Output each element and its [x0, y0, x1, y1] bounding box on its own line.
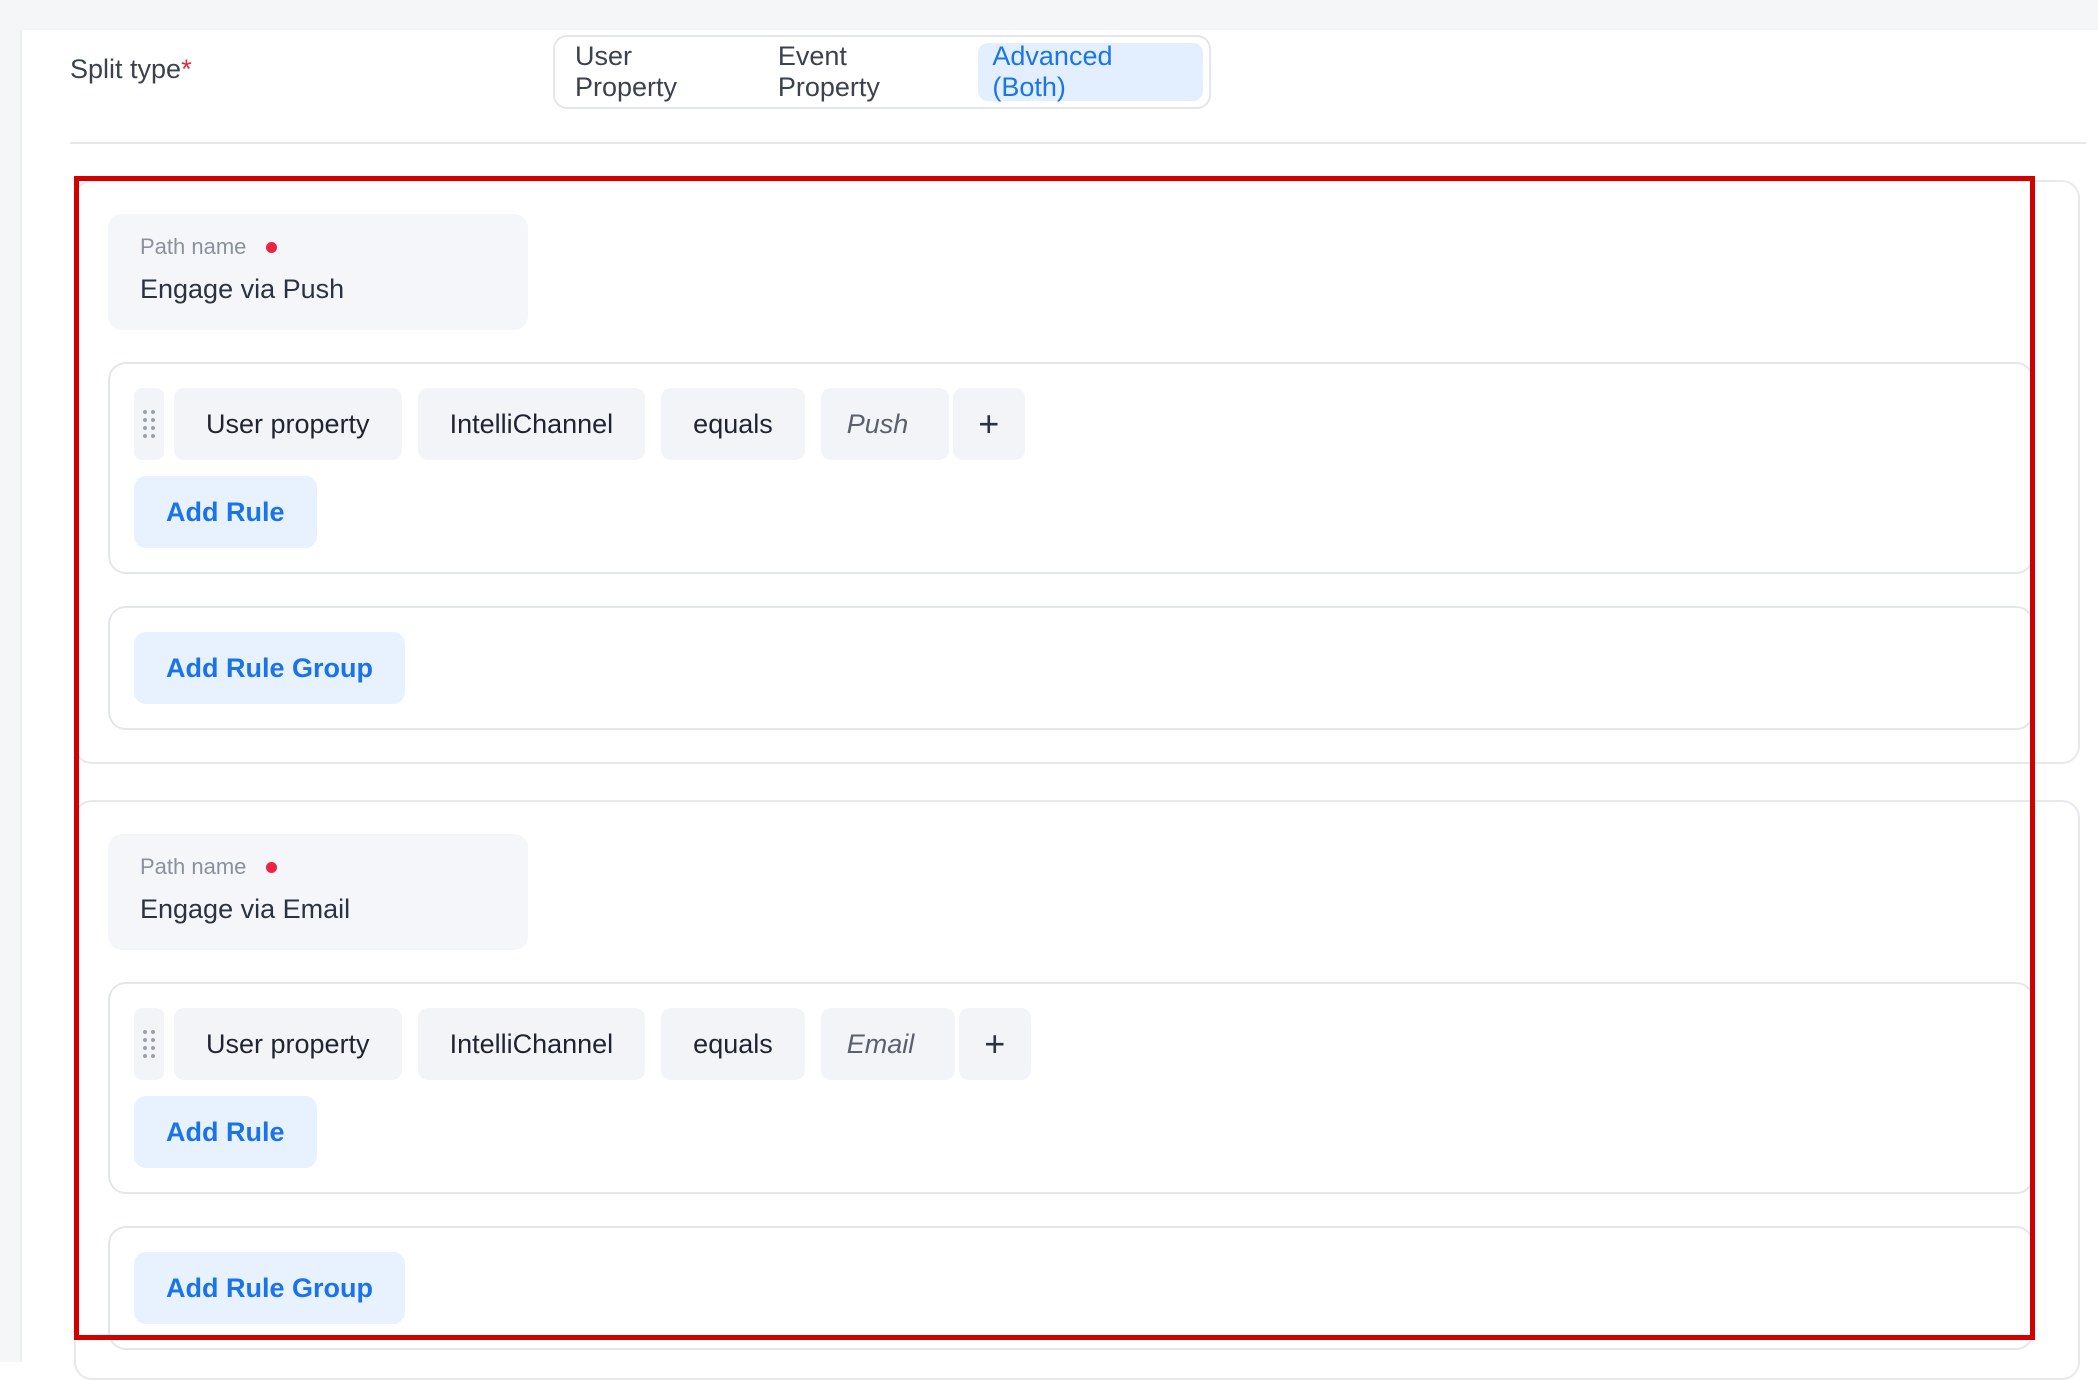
value-input[interactable]: Push — [820, 388, 949, 460]
rule-row: User property IntelliChannel equals Emai… — [134, 1008, 1047, 1080]
drag-handle-icon[interactable] — [134, 1008, 164, 1080]
property-type-select[interactable]: User property — [174, 388, 402, 460]
add-value-plus-icon[interactable]: + — [952, 388, 1025, 460]
split-type-label: Split type* — [70, 54, 192, 84]
rule-group: User property IntelliChannel equals Push… — [108, 362, 2034, 574]
required-asterisk: * — [181, 54, 192, 84]
required-dot-icon — [266, 861, 278, 873]
property-select[interactable]: IntelliChannel — [417, 1008, 646, 1080]
operator-select[interactable]: equals — [661, 1008, 805, 1080]
split-type-selector: User Property Event Property Advanced (B… — [553, 35, 1211, 109]
path-name-label: Path name — [140, 234, 496, 260]
path-card-email: Path name Engage via Email User property… — [74, 800, 2080, 1380]
add-rule-group-button[interactable]: Add Rule Group — [134, 632, 405, 704]
top-bar — [0, 0, 2098, 30]
divider — [70, 142, 2086, 144]
path-name-field[interactable]: Path name Engage via Email — [108, 834, 528, 950]
path-card-push: Path name Engage via Push User property … — [74, 180, 2080, 764]
drag-dots-icon — [143, 410, 155, 438]
path-name-value[interactable]: Engage via Push — [140, 274, 496, 305]
property-select[interactable]: IntelliChannel — [417, 388, 646, 460]
add-rule-group-box: Add Rule Group — [108, 1226, 2034, 1350]
required-dot-icon — [266, 241, 278, 253]
path-name-value[interactable]: Engage via Email — [140, 894, 496, 925]
value-input[interactable]: Email — [820, 1008, 955, 1080]
rule-row: User property IntelliChannel equals Push… — [134, 388, 1041, 460]
split-type-advanced[interactable]: Advanced (Both) — [978, 41, 1203, 102]
rule-group: User property IntelliChannel equals Emai… — [108, 982, 2034, 1194]
add-rule-group-box: Add Rule Group — [108, 606, 2034, 730]
operator-select[interactable]: equals — [661, 388, 805, 460]
path-name-field[interactable]: Path name Engage via Push — [108, 214, 528, 330]
add-value-plus-icon[interactable]: + — [958, 1008, 1031, 1080]
add-rule-button[interactable]: Add Rule — [134, 1096, 317, 1168]
property-type-select[interactable]: User property — [174, 1008, 402, 1080]
drag-dots-icon — [143, 1030, 155, 1058]
left-rail — [0, 30, 22, 1362]
add-rule-group-button[interactable]: Add Rule Group — [134, 1252, 405, 1324]
drag-handle-icon[interactable] — [134, 388, 164, 460]
split-type-event-property[interactable]: Event Property — [764, 41, 967, 102]
split-type-user-property[interactable]: User Property — [561, 41, 752, 102]
add-rule-button[interactable]: Add Rule — [134, 476, 317, 548]
path-name-label: Path name — [140, 854, 496, 880]
